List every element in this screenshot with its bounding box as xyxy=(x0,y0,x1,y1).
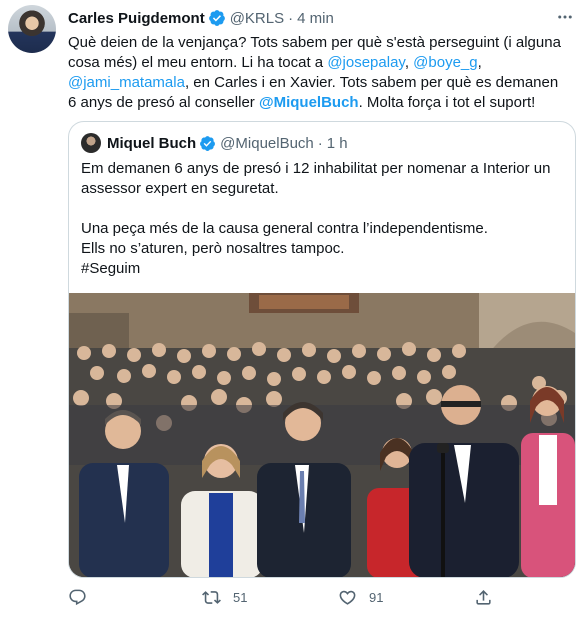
like-button[interactable]: 91 xyxy=(338,585,383,609)
retweet-icon xyxy=(202,590,221,604)
verified-badge-icon xyxy=(200,135,216,151)
tweet-time[interactable]: 4 min xyxy=(297,10,334,27)
quote-line xyxy=(81,199,567,219)
quote-line: Ells no s’aturen, però nosaltres tampoc. xyxy=(81,240,345,257)
author-avatar[interactable] xyxy=(8,5,56,53)
more-icon[interactable] xyxy=(554,6,576,28)
share-button[interactable] xyxy=(474,585,493,609)
quoted-tweet[interactable]: Miquel Buch @MiquelBuch · 1 h Em demanen… xyxy=(68,121,576,578)
quote-author-name[interactable]: Miquel Buch xyxy=(107,135,196,152)
like-icon xyxy=(339,590,356,605)
mention-link[interactable]: @jami_matamala xyxy=(68,74,185,91)
quote-line: Em demanen 6 anys de presó i 12 inhabili… xyxy=(81,160,551,197)
verified-badge-icon xyxy=(208,10,225,26)
mention-link[interactable]: @josepalay xyxy=(327,54,405,71)
tweet-header: Carles Puigdemont @KRLS · 4 min xyxy=(68,8,334,28)
quote-author-handle[interactable]: @MiquelBuch xyxy=(220,135,314,152)
quote-header: Miquel Buch @MiquelBuch · 1 h xyxy=(107,133,348,153)
retweet-button[interactable]: 51 xyxy=(202,585,247,609)
tweet[interactable]: Carles Puigdemont @KRLS · 4 min Què deie… xyxy=(0,0,588,618)
quote-time[interactable]: 1 h xyxy=(327,135,348,152)
reply-button[interactable] xyxy=(68,585,99,609)
separator: · xyxy=(288,9,294,27)
quote-photo[interactable] xyxy=(69,293,575,577)
group-photo-image xyxy=(69,293,575,577)
tweet-text-segment: . Molta força i tot el suport! xyxy=(358,94,536,111)
share-icon xyxy=(476,589,491,605)
reply-icon xyxy=(69,589,86,605)
tweet-text-segment: , xyxy=(477,54,482,71)
author-handle[interactable]: @KRLS xyxy=(230,10,284,27)
tweet-text: Què deien de la venjança? Tots sabem per… xyxy=(68,33,568,113)
like-count: 91 xyxy=(369,589,384,605)
tweet-actions: 51 91 xyxy=(68,585,518,609)
author-name[interactable]: Carles Puigdemont xyxy=(68,10,205,27)
quote-author-avatar[interactable] xyxy=(81,133,101,153)
tweet-text-segment: Què deien de la venjança? Tots sabem per… xyxy=(68,34,561,71)
quote-line: Una peça més de la causa general contra … xyxy=(81,220,488,237)
mention-link[interactable]: @boye_g xyxy=(413,54,477,71)
separator: · xyxy=(317,134,323,152)
tweet-text-segment: , xyxy=(404,54,414,71)
quote-text: Em demanen 6 anys de presó i 12 inhabili… xyxy=(81,159,567,279)
mention-link[interactable]: @MiquelBuch xyxy=(259,94,359,111)
retweet-count: 51 xyxy=(233,589,248,605)
quote-hashtag: #Seguim xyxy=(81,260,141,277)
